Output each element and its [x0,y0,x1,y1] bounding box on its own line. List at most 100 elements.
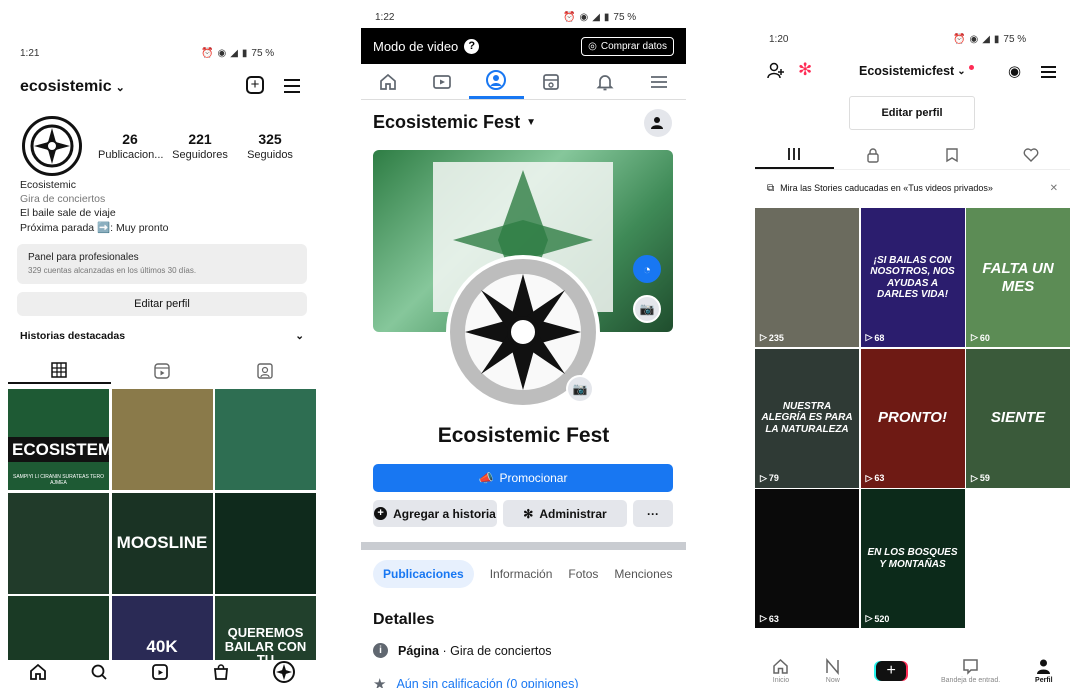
tab-posts[interactable]: Publicaciones [373,560,474,588]
stat-posts[interactable]: 26 Publicacion... [98,131,163,161]
video-thumbnail[interactable]: ¡SI BAILAS CON NOSOTROS, NOS AYUDAS A DA… [860,208,965,347]
post-thumbnail[interactable] [111,389,213,490]
close-icon[interactable]: ✕ [1050,183,1058,194]
nav-now[interactable]: Now [824,658,841,684]
view-number: 63 [874,473,885,483]
add-story-button[interactable]: + Agregar a historia [373,500,497,527]
top-nav [361,64,686,100]
home-icon[interactable] [29,663,47,686]
tab-saved[interactable] [913,140,992,169]
tagged-icon [256,363,273,379]
stat-following[interactable]: 325 Seguidos [242,131,298,161]
buy-data-button[interactable]: ◎ Comprar datos [581,36,674,56]
panel-subtitle: 329 cuentas alcanzadas en los últimos 30… [28,266,197,275]
menu-icon[interactable] [284,79,300,93]
tab-home[interactable] [361,64,415,99]
shop-icon[interactable] [212,663,230,686]
page-switcher[interactable]: Ecosistemic Fest ▼ [373,112,536,133]
video-thumbnail[interactable]: NUESTRA ALEGRÍA ES PARA LA NATURALEZA ▷ 79 [755,348,859,488]
ecosistemic-logo-icon [465,274,581,390]
grid-icon [51,362,68,378]
video-caption: EN LOS BOSQUES Y MONTAÑAS [867,547,958,570]
post-thumbnail[interactable] [8,492,109,594]
view-number: 68 [874,332,885,343]
add-friend-icon[interactable] [767,62,785,85]
creator-tools-icon[interactable]: ◉ [1008,62,1021,80]
nav-profile[interactable]: Perfil [1035,658,1053,684]
username-switcher[interactable]: ecosistemic ⌄ [20,78,125,96]
menu-icon[interactable] [1041,66,1056,78]
profile-avatar-icon[interactable] [272,660,295,688]
tab-info[interactable]: Información [490,567,553,581]
video-thumbnail[interactable]: PRONTO! ▷ 63 [860,348,965,488]
professional-dashboard[interactable]: Panel para profesionales 329 cuentas alc… [17,244,307,284]
plus-icon: + [876,661,907,681]
video-thumbnail[interactable]: EN LOS BOSQUES Y MONTAÑAS ▷ 520 [860,489,965,628]
tab-videos[interactable] [755,140,834,169]
tab-tagged[interactable] [213,358,316,384]
tab-grid[interactable] [8,358,111,384]
view-number: 63 [768,613,779,624]
new-post-icon[interactable]: + [246,76,264,94]
edit-profile-picture-button[interactable]: 📷 [566,375,594,403]
video-mode-label: Modo de video [373,38,459,54]
status-time: 1:21 [20,48,40,59]
view-number: 235 [768,332,784,343]
nav-home[interactable]: Inicio [772,658,789,684]
video-caption: FALTA UN MES [982,260,1054,295]
battery-icon: ▮ [993,34,1000,45]
view-number: 60 [979,332,990,343]
edit-profile-button[interactable]: Editar perfil [17,292,307,316]
tab-marketplace[interactable] [524,64,578,99]
tab-mentions[interactable]: Menciones [614,567,672,581]
manage-button[interactable]: ✻ Administrar [503,500,627,527]
stat-followers[interactable]: 221 Seguidores [172,131,228,161]
tab-video[interactable] [415,64,469,99]
tab-photos[interactable]: Fotos [568,567,598,581]
view-count: ▷ 68 [866,332,885,343]
view-count: ▷ 63 [760,613,779,624]
details-heading: Detalles [373,611,435,628]
post-thumbnail[interactable]: ECOSISTEMIC SAMPIYI LI CIRANIN SURATEAS T… [8,389,109,490]
reels-icon[interactable] [151,663,169,686]
edit-cover-button[interactable]: 📷 [633,295,661,323]
video-caption: ¡SI BAILAS CON NOSOTROS, NOS AYUDAS A DA… [870,254,955,301]
more-button[interactable]: ··· [633,500,673,527]
nav-inbox[interactable]: Bandeja de entrad. [941,658,1000,684]
post-thumbnail[interactable] [215,389,316,490]
edit-profile-button[interactable]: Editar perfil [849,96,975,130]
nav-label: Perfil [1035,677,1053,684]
help-icon[interactable]: ? [464,38,480,54]
tab-liked[interactable] [991,140,1070,169]
stories-notice[interactable]: ⧉ Mira las Stories caducadas en «Tus vid… [755,176,1070,200]
search-icon[interactable] [90,663,108,686]
rating-row[interactable]: ★ Aún sin calificación (0 opiniones) [373,675,579,688]
avatar[interactable] [22,116,82,176]
video-thumbnail[interactable]: ▷ 235 [755,208,859,347]
tab-profile[interactable] [469,64,524,99]
highlights-toggle[interactable]: Historias destacadas ⌄ [20,330,304,342]
post-thumbnail[interactable]: MOOSLINE [111,492,213,594]
username-switcher[interactable]: Ecosistemicfest ⌄ [859,64,974,78]
video-thumbnail[interactable]: ▷ 63 [755,489,859,628]
nav-create[interactable]: + [876,661,907,681]
alarm-icon: ⏰ [563,12,576,23]
sparkle-icon[interactable]: ✻ [798,60,812,80]
video-thumbnail[interactable]: SIENTE ▷ 59 [966,348,1070,488]
rating-link[interactable]: Aún sin calificación (0 opiniones) [396,677,578,688]
tab-reels[interactable] [111,358,214,384]
post-thumbnail[interactable] [215,492,316,594]
tab-notifications[interactable] [578,64,632,99]
signal-icon: ◢ [592,12,600,23]
video-thumbnail[interactable]: FALTA UN MES ▷ 60 [966,208,1070,347]
video-caption: PRONTO! [878,409,947,427]
view-count: ▷ 59 [971,473,990,484]
manage-people-button[interactable] [644,109,672,137]
promote-button[interactable]: 📣 Promocionar [373,464,673,492]
stories-icon: ⧉ [767,182,775,194]
tiktok-screen: 1:20 ⏰ ◉ ◢ ▮ 75 % ✻ ◉ Ecosistemicfest ⌄ … [755,0,1070,688]
messenger-button[interactable]: ◔ [633,255,661,283]
tab-private[interactable] [834,140,913,169]
tab-menu[interactable] [632,64,686,99]
heart-icon [1023,147,1039,162]
